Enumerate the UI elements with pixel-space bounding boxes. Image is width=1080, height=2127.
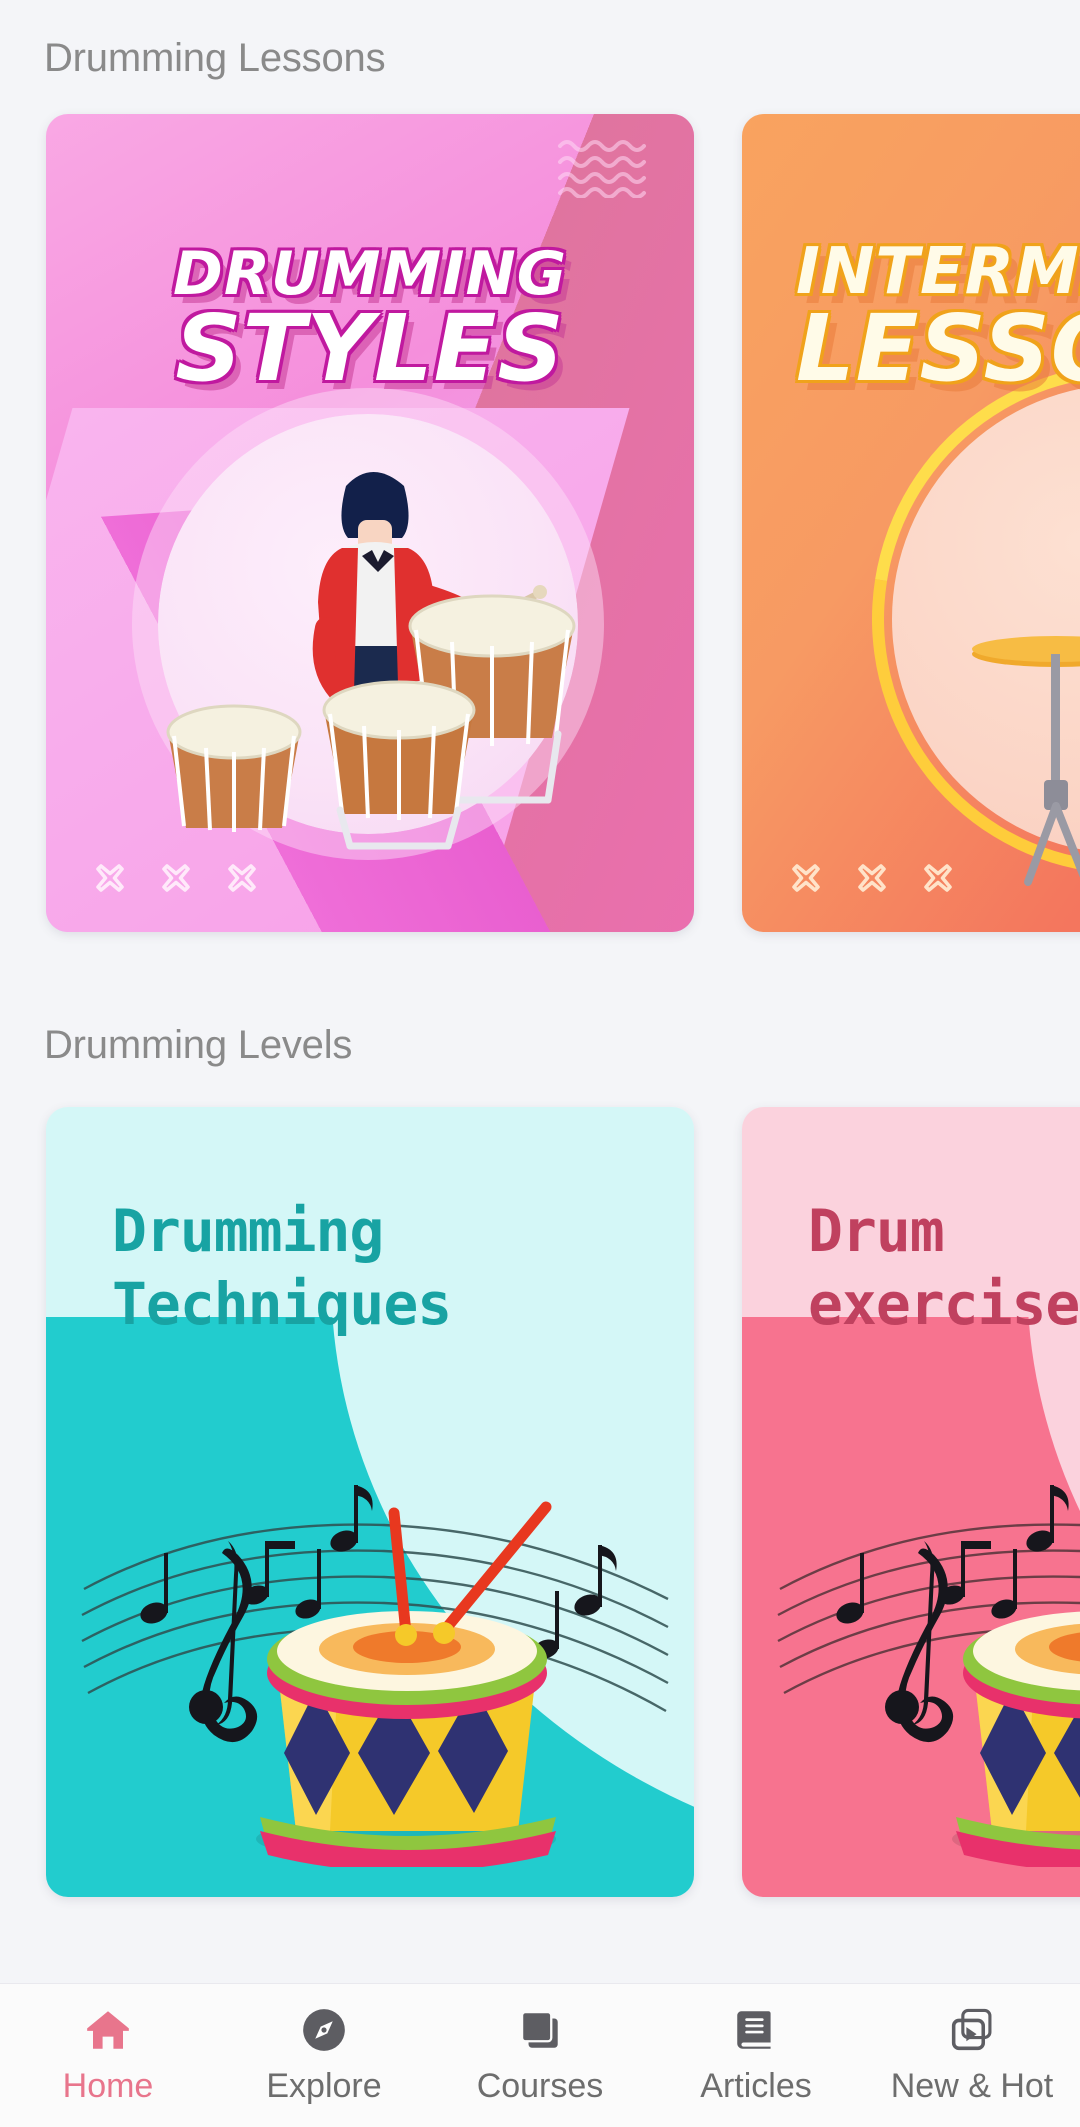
stacked-cards-icon: [520, 2010, 558, 2048]
nav-label-courses: Courses: [476, 2067, 604, 2105]
nav-item-new-and-hot[interactable]: New & Hot: [864, 1984, 1080, 2127]
x-cross-icon: [228, 864, 256, 892]
toy-drum-illustration: [777, 1485, 1080, 1867]
nav-item-explore[interactable]: Explore: [216, 1984, 432, 2127]
nav-label-articles: Articles: [700, 2067, 812, 2105]
home-icon: [87, 2011, 129, 2049]
card-title-line2: Techniques: [112, 1269, 452, 1338]
level-card-drumming-techniques[interactable]: Drumming Techniques: [46, 1107, 694, 1897]
card-title-line1: Drum: [808, 1197, 945, 1265]
card-title-line1: DRUMMING: [173, 239, 567, 309]
card-title-line2: LESSONS: [796, 295, 1080, 403]
nav-item-home[interactable]: Home: [0, 1984, 216, 2127]
card-title-line2: STYLES: [175, 295, 565, 403]
x-cross-icon: [792, 864, 820, 892]
section-header-drumming-levels: Drumming Levels: [44, 1023, 353, 1067]
video-stack-icon: [951, 2008, 992, 2051]
section-header-drumming-lessons: Drumming Lessons: [44, 36, 386, 80]
timpani-drummer-illustration: [166, 472, 576, 850]
nav-item-courses[interactable]: Courses: [432, 1984, 648, 2127]
card-title: Drum exercise: [808, 1195, 1080, 1340]
card-title: DRUMMING STYLES: [46, 239, 694, 403]
app-screen: Drumming Lessons DRUMMING STYLES INTERM …: [0, 0, 1080, 2127]
levels-card-rail[interactable]: Drumming Techniques Drum exercise: [0, 1107, 1080, 1897]
card-title-line1: INTERMEDIATE: [796, 235, 1080, 309]
lesson-card-drumming-styles[interactable]: DRUMMING STYLES: [46, 114, 694, 932]
compass-icon: [303, 2009, 345, 2051]
card-decor-glyph-row: [788, 860, 956, 896]
card-decor-glyph-row: [92, 860, 260, 896]
x-cross-icon: [162, 864, 190, 892]
toy-drum-illustration: [81, 1485, 669, 1867]
wavy-lines-decoration: [558, 140, 646, 198]
x-cross-icon: [96, 864, 124, 892]
card-title: INTERMEDIATE LESSONS: [796, 235, 1080, 403]
nav-label-new-and-hot: New & Hot: [890, 2067, 1054, 2105]
bottom-navigation-bar[interactable]: Home Explore Courses Articles New & Hot: [0, 1983, 1080, 2127]
nav-label-home: Home: [62, 2067, 154, 2105]
x-cross-icon: [858, 864, 886, 892]
card-title-line1: Drumming: [112, 1197, 384, 1265]
nav-item-articles[interactable]: Articles: [648, 1984, 864, 2127]
x-cross-icon: [924, 864, 952, 892]
level-card-drum-exercise[interactable]: Drum exercise: [742, 1107, 1080, 1897]
lessons-card-rail[interactable]: DRUMMING STYLES INTERM LESS: [0, 114, 1080, 932]
drumkit-drummer-illustration: [972, 636, 1080, 886]
card-title: Drumming Techniques: [112, 1195, 452, 1340]
lesson-card-intermediate-lessons[interactable]: INTERMEDIATE LESSONS: [742, 114, 1080, 932]
nav-label-explore: Explore: [266, 2067, 382, 2105]
card-title-line2: exercise: [808, 1269, 1080, 1338]
book-icon: [737, 2011, 771, 2049]
